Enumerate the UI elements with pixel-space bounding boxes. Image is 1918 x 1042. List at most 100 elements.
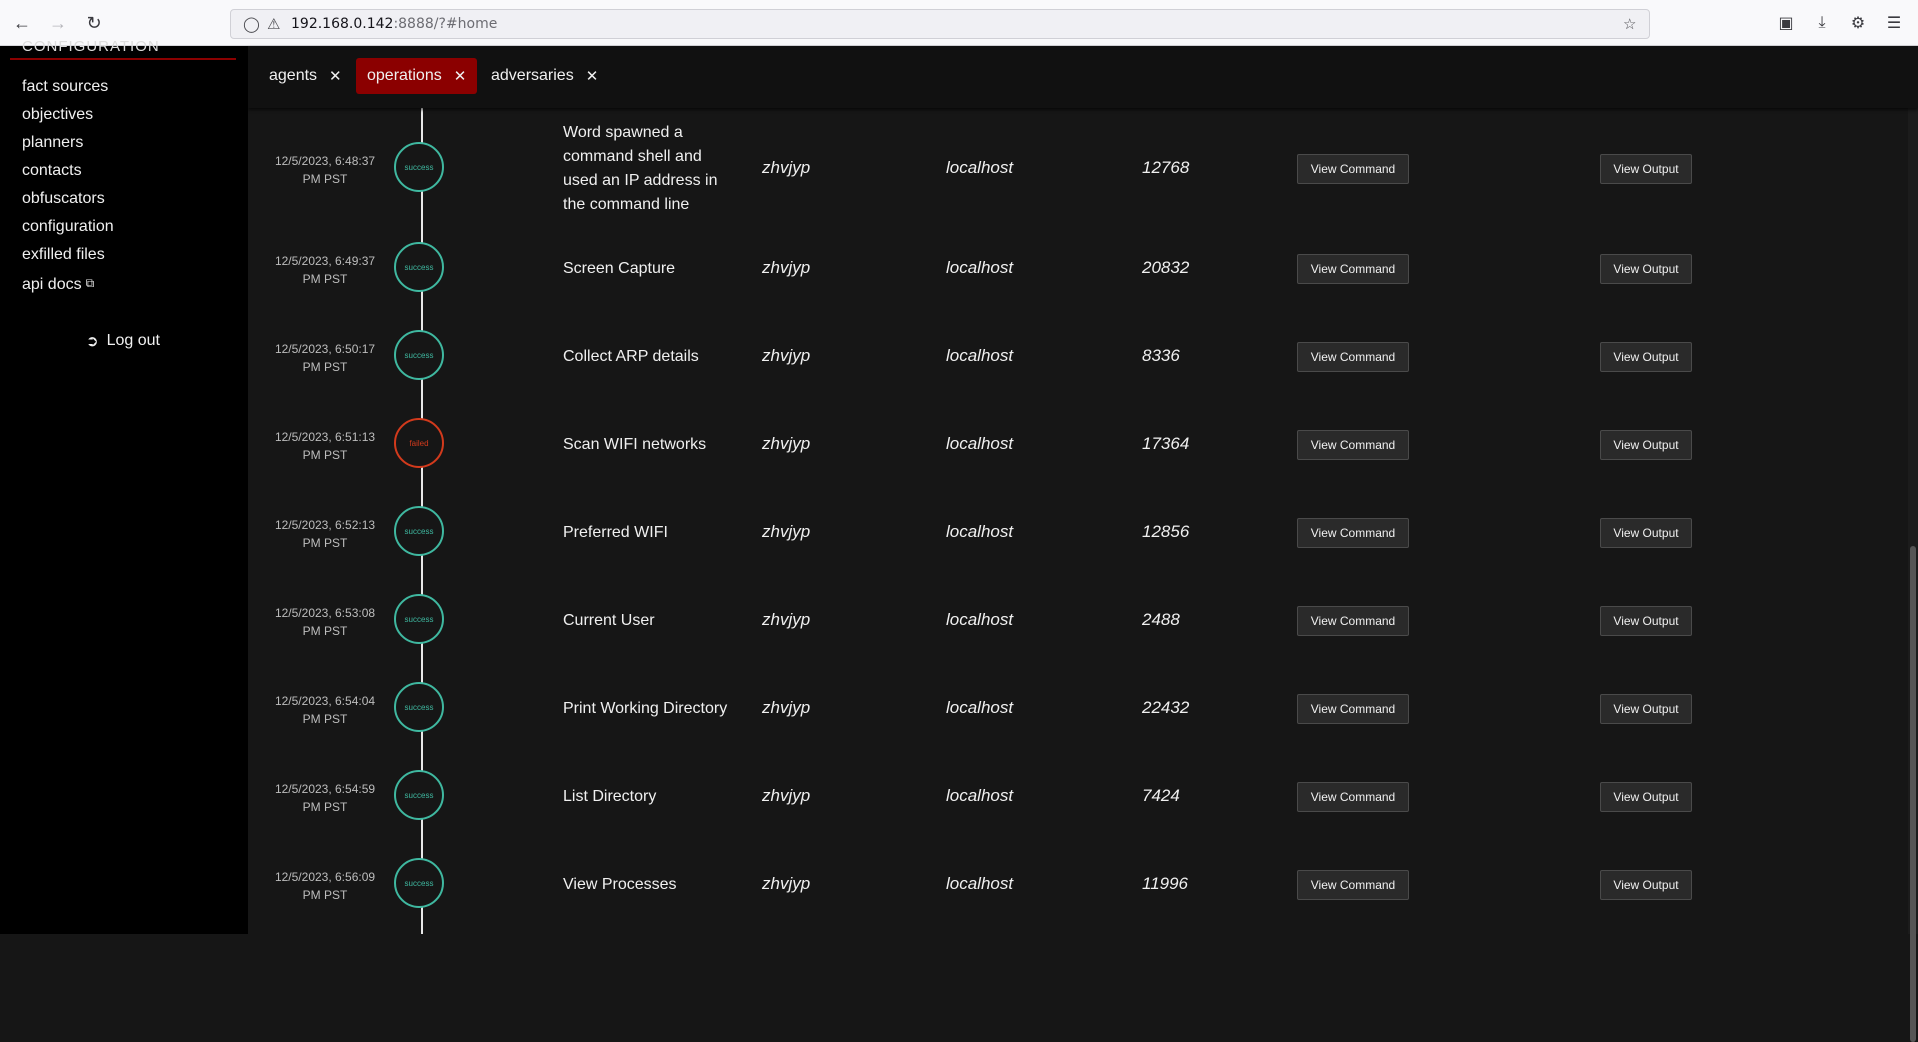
timestamp-date: 12/5/2023, 6:54:59 <box>274 782 376 796</box>
ability-name: Scan WIFI networks <box>563 436 707 453</box>
host-name: localhost <box>946 698 1014 717</box>
sidebar-item-contacts[interactable]: contacts <box>22 162 82 180</box>
timestamp: 12/5/2023, 6:49:37 PM PST <box>270 252 380 288</box>
pid: 12856 <box>1142 522 1190 541</box>
url-host: 192.168.0.142 <box>291 16 394 32</box>
view-command-button[interactable]: View Command <box>1297 430 1409 460</box>
close-icon[interactable]: ✕ <box>586 67 599 85</box>
status-success-circle[interactable]: success <box>394 506 444 556</box>
ability-name: Word spawned a command shell and used an… <box>563 124 718 213</box>
pocket-icon[interactable]: ▣ <box>1774 11 1798 35</box>
view-output-button[interactable]: View Output <box>1600 430 1692 460</box>
sidebar-item-fact-sources[interactable]: fact sources <box>22 78 108 96</box>
extensions-icon[interactable]: ⚙ <box>1846 11 1870 35</box>
forward-arrow-icon[interactable]: → <box>46 11 70 35</box>
url-bar[interactable]: ◯ ⚠ 192.168.0.142:8888/?#home ☆ <box>230 9 1650 39</box>
timestamp-date: 12/5/2023, 6:49:37 <box>274 254 376 268</box>
agent-paw: zhvjyp <box>762 610 811 629</box>
host-name: localhost <box>946 874 1014 893</box>
scrollbar-thumb[interactable] <box>1910 546 1916 1042</box>
timestamp: 12/5/2023, 6:54:59 PM PST <box>270 780 380 816</box>
agent-paw: zhvjyp <box>762 346 811 365</box>
status-success-circle[interactable]: success <box>394 242 444 292</box>
timestamp-tz: PM PST <box>302 888 348 902</box>
pid: 17364 <box>1142 434 1190 453</box>
timestamp: 12/5/2023, 6:54:04 PM PST <box>270 692 380 728</box>
agent-paw: zhvjyp <box>762 258 811 277</box>
status-success-circle[interactable]: success <box>394 770 444 820</box>
agent-paw: zhvjyp <box>762 874 811 893</box>
sidebar-item-objectives[interactable]: objectives <box>22 106 93 124</box>
sidebar-section-header: CONFIGURATION <box>22 38 160 55</box>
sidebar: CONFIGURATION fact sources objectives pl… <box>0 38 248 934</box>
pid: 12768 <box>1142 158 1190 177</box>
connection-icon[interactable]: ⚠ <box>267 15 280 33</box>
scrollbar[interactable] <box>1908 108 1918 1042</box>
host-name: localhost <box>946 522 1014 541</box>
status-success-circle[interactable]: success <box>394 142 444 192</box>
view-output-button[interactable]: View Output <box>1600 782 1692 812</box>
reload-icon[interactable]: ↻ <box>82 11 106 35</box>
status-success-circle[interactable]: success <box>394 594 444 644</box>
tab-adversaries[interactable]: adversaries ✕ <box>480 58 609 94</box>
timestamp-date: 12/5/2023, 6:53:08 <box>274 606 376 620</box>
sidebar-divider <box>10 58 236 60</box>
sidebar-item-api-docs[interactable]: api docs ⧉ <box>22 276 94 294</box>
view-output-button[interactable]: View Output <box>1600 870 1692 900</box>
bookmark-star-icon[interactable]: ☆ <box>1623 15 1636 33</box>
sidebar-item-label: api docs <box>22 276 82 293</box>
view-output-button[interactable]: View Output <box>1600 154 1692 184</box>
tab-agents[interactable]: agents ✕ <box>258 58 353 94</box>
timestamp-date: 12/5/2023, 6:56:09 <box>274 870 376 884</box>
timestamp: 12/5/2023, 6:51:13 PM PST <box>270 428 380 464</box>
sidebar-item-exfilled-files[interactable]: exfilled files <box>22 246 105 264</box>
close-icon[interactable]: ✕ <box>329 67 342 85</box>
view-command-button[interactable]: View Command <box>1297 254 1409 284</box>
logout-button[interactable]: ➲ Log out <box>86 332 160 350</box>
view-output-button[interactable]: View Output <box>1600 606 1692 636</box>
timestamp-tz: PM PST <box>302 360 348 374</box>
ability-name: Preferred WIFI <box>563 524 668 541</box>
pid: 11996 <box>1142 874 1189 893</box>
timestamp: 12/5/2023, 6:50:17 PM PST <box>270 340 380 376</box>
view-output-button[interactable]: View Output <box>1600 342 1692 372</box>
logout-label: Log out <box>106 332 160 349</box>
back-arrow-icon[interactable]: ← <box>10 11 34 35</box>
view-command-button[interactable]: View Command <box>1297 518 1409 548</box>
status-success-circle[interactable]: success <box>394 682 444 732</box>
sidebar-item-configuration[interactable]: configuration <box>22 218 114 236</box>
tab-bar: agents ✕ operations ✕ adversaries ✕ <box>248 46 1918 108</box>
view-command-button[interactable]: View Command <box>1297 154 1409 184</box>
timestamp-tz: PM PST <box>302 712 348 726</box>
view-command-button[interactable]: View Command <box>1297 694 1409 724</box>
view-command-button[interactable]: View Command <box>1297 342 1409 372</box>
timestamp-date: 12/5/2023, 6:51:13 <box>274 430 376 444</box>
status-success-circle[interactable]: success <box>394 858 444 908</box>
agent-paw: zhvjyp <box>762 158 811 177</box>
sidebar-item-planners[interactable]: planners <box>22 134 83 152</box>
view-command-button[interactable]: View Command <box>1297 870 1409 900</box>
view-output-button[interactable]: View Output <box>1600 518 1692 548</box>
tab-operations[interactable]: operations ✕ <box>356 58 478 94</box>
url-text[interactable]: 192.168.0.142:8888/?#home <box>291 16 497 32</box>
pid: 22432 <box>1142 698 1190 717</box>
view-command-button[interactable]: View Command <box>1297 606 1409 636</box>
timestamp: 12/5/2023, 6:48:37 PM PST <box>270 152 380 188</box>
view-output-button[interactable]: View Output <box>1600 694 1692 724</box>
status-success-circle[interactable]: success <box>394 330 444 380</box>
ability-name: Screen Capture <box>563 260 676 277</box>
pid: 8336 <box>1142 346 1180 365</box>
status-failed-circle[interactable]: failed <box>394 418 444 468</box>
view-output-button[interactable]: View Output <box>1600 254 1692 284</box>
menu-icon[interactable]: ☰ <box>1882 11 1906 35</box>
shield-icon[interactable]: ◯ <box>243 15 260 33</box>
downloads-icon[interactable]: ⤓ <box>1810 11 1834 35</box>
host-name: localhost <box>946 346 1014 365</box>
tab-label: operations <box>367 67 442 84</box>
close-icon[interactable]: ✕ <box>454 67 467 85</box>
sidebar-item-obfuscators[interactable]: obfuscators <box>22 190 105 208</box>
ability-name: Collect ARP details <box>563 348 699 365</box>
agent-paw: zhvjyp <box>762 434 811 453</box>
timestamp: 12/5/2023, 6:53:08 PM PST <box>270 604 380 640</box>
view-command-button[interactable]: View Command <box>1297 782 1409 812</box>
